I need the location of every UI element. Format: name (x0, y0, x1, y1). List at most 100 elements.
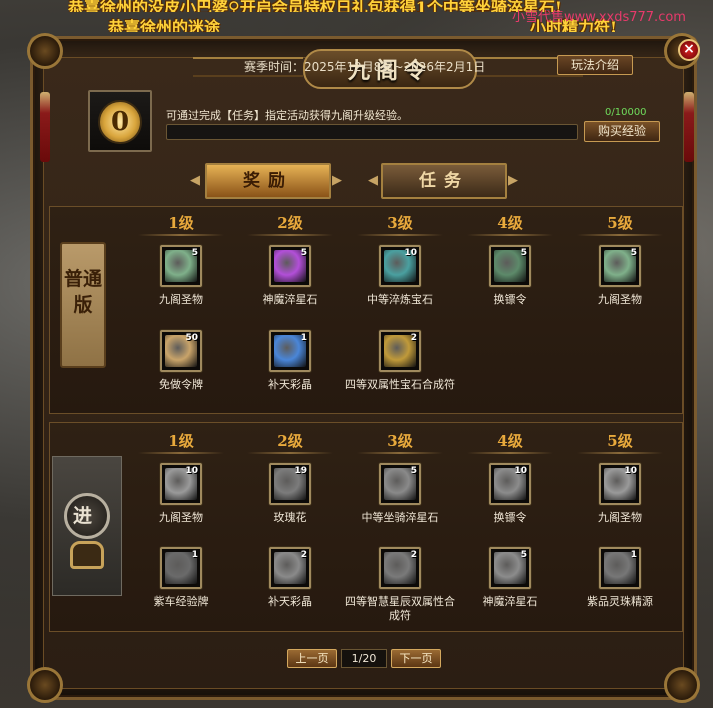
item-name: 紫品灵珠精源 (587, 595, 653, 608)
close-button[interactable]: × (678, 39, 700, 61)
reward-item[interactable]: 5 神魔淬星石 (450, 547, 570, 609)
pass-level-badge: 0 (88, 90, 152, 152)
normal-track-label: 普通版 (63, 268, 102, 316)
level-divider (138, 234, 224, 236)
item-quantity: 5 (300, 248, 307, 258)
reward-slot[interactable]: 2 (269, 547, 311, 589)
item-name: 中等淬炼宝石 (367, 293, 433, 306)
item-quantity: 2 (410, 550, 417, 560)
item-quantity: 5 (410, 466, 417, 476)
prev-page-button[interactable]: 上一页 (287, 649, 337, 668)
reward-slot[interactable]: 5 (599, 245, 641, 287)
reward-item[interactable]: 2 补天彩晶 (230, 547, 350, 609)
item-quantity: 10 (404, 248, 417, 258)
reward-item[interactable]: 5 九阁圣物 (121, 245, 241, 307)
exp-hint: 可通过完成【任务】指定活动获得九阁升级经验。 (166, 109, 408, 122)
reward-slot[interactable]: 1 (160, 547, 202, 589)
reward-item[interactable]: 2 四等智慧星辰双属性合成符 (340, 547, 460, 623)
reward-slot[interactable]: 5 (160, 245, 202, 287)
reward-item[interactable]: 10 九阁圣物 (121, 463, 241, 525)
seller-watermark: 小雪代售www.xxds777.com (512, 10, 686, 25)
reward-item[interactable]: 1 补天彩晶 (230, 330, 350, 392)
tab-arrow-left-icon: ◀ (368, 173, 378, 188)
item-quantity: 1 (300, 333, 307, 343)
buy-exp-button[interactable]: 购买经验 (584, 121, 660, 142)
item-quantity: 2 (300, 550, 307, 560)
level-divider (577, 452, 663, 454)
reward-slot[interactable]: 19 (269, 463, 311, 505)
item-quantity: 5 (191, 248, 198, 258)
item-quantity: 19 (294, 466, 307, 476)
level-label: 1级 (168, 214, 194, 232)
corner-ornament-icon (27, 667, 63, 703)
reward-item[interactable]: 5 神魔淬星石 (230, 245, 350, 307)
item-quantity: 2 (410, 333, 417, 343)
level-label: 4级 (497, 432, 523, 450)
reward-item[interactable]: 10 中等淬炼宝石 (340, 245, 460, 307)
reward-slot[interactable]: 1 (269, 330, 311, 372)
tab-tasks[interactable]: 任务 (381, 163, 507, 199)
item-name: 补天彩晶 (268, 595, 312, 608)
tab-rewards[interactable]: 奖励 (205, 163, 331, 199)
page-indicator: 1/20 (341, 649, 387, 668)
reward-item[interactable]: 5 九阁圣物 (560, 245, 680, 307)
item-quantity: 1 (630, 550, 637, 560)
item-quantity: 1 (191, 550, 198, 560)
item-quantity: 50 (185, 333, 198, 343)
advanced-track-badge[interactable]: 进 (52, 456, 122, 596)
level-label: 4级 (497, 214, 523, 232)
reward-item[interactable]: 2 四等双属性宝石合成符 (340, 330, 460, 392)
reward-slot[interactable]: 2 (379, 547, 421, 589)
reward-item[interactable]: 50 免做令牌 (121, 330, 241, 392)
reward-slot[interactable]: 5 (379, 463, 421, 505)
item-name: 九阁圣物 (598, 511, 642, 524)
reward-item[interactable]: 19 玫瑰花 (230, 463, 350, 525)
level-divider (138, 452, 224, 454)
reward-slot[interactable]: 1 (599, 547, 641, 589)
level-label: 5级 (607, 432, 633, 450)
reward-item[interactable]: 1 紫车经验牌 (121, 547, 241, 609)
item-name: 四等智慧星辰双属性合成符 (345, 595, 455, 622)
item-name: 玫瑰花 (273, 511, 307, 524)
reward-item[interactable]: 5 中等坐骑淬星石 (340, 463, 460, 525)
reward-slot[interactable]: 5 (269, 245, 311, 287)
item-quantity: 10 (514, 466, 527, 476)
item-name: 紫车经验牌 (153, 595, 209, 608)
reward-slot[interactable]: 5 (489, 245, 531, 287)
reward-slot[interactable]: 5 (489, 547, 531, 589)
reward-item[interactable]: 5 换镖令 (450, 245, 570, 307)
tassel-icon (684, 92, 694, 162)
corner-ornament-icon (27, 33, 63, 69)
reward-slot[interactable]: 50 (160, 330, 202, 372)
reward-slot[interactable]: 2 (379, 330, 421, 372)
corner-ornament-icon (664, 667, 700, 703)
item-name: 免做令牌 (159, 378, 203, 391)
item-name: 九阁圣物 (159, 511, 203, 524)
level-divider (247, 234, 333, 236)
season-time: 赛季时间：2025年12月8日~2026年2月1日 (244, 60, 486, 74)
advanced-track-label: 进 (73, 505, 93, 527)
exp-progress-bar (166, 124, 578, 140)
next-page-button[interactable]: 下一页 (391, 649, 441, 668)
item-name: 补天彩晶 (268, 378, 312, 391)
exp-counter: 0/10000 (605, 107, 647, 118)
reward-slot[interactable]: 10 (160, 463, 202, 505)
rules-button[interactable]: 玩法介绍 (557, 55, 633, 75)
item-name: 换镖令 (493, 511, 527, 524)
reward-slot[interactable]: 10 (489, 463, 531, 505)
item-name: 九阁圣物 (159, 293, 203, 306)
normal-track-badge: 普通版 (60, 242, 106, 368)
level-divider (577, 234, 663, 236)
reward-slot[interactable]: 10 (599, 463, 641, 505)
item-quantity: 5 (630, 248, 637, 258)
reward-slot[interactable]: 10 (379, 245, 421, 287)
system-announcement-2: 恭喜徐州的迷途 (108, 18, 221, 32)
reward-item[interactable]: 1 紫品灵珠精源 (560, 547, 680, 609)
level-label: 2级 (277, 432, 303, 450)
level-label: 1级 (168, 432, 194, 450)
reward-item[interactable]: 10 换镖令 (450, 463, 570, 525)
level-label: 5级 (607, 214, 633, 232)
reward-item[interactable]: 10 九阁圣物 (560, 463, 680, 525)
item-quantity: 5 (520, 550, 527, 560)
tab-arrow-right-icon: ▶ (508, 173, 518, 188)
